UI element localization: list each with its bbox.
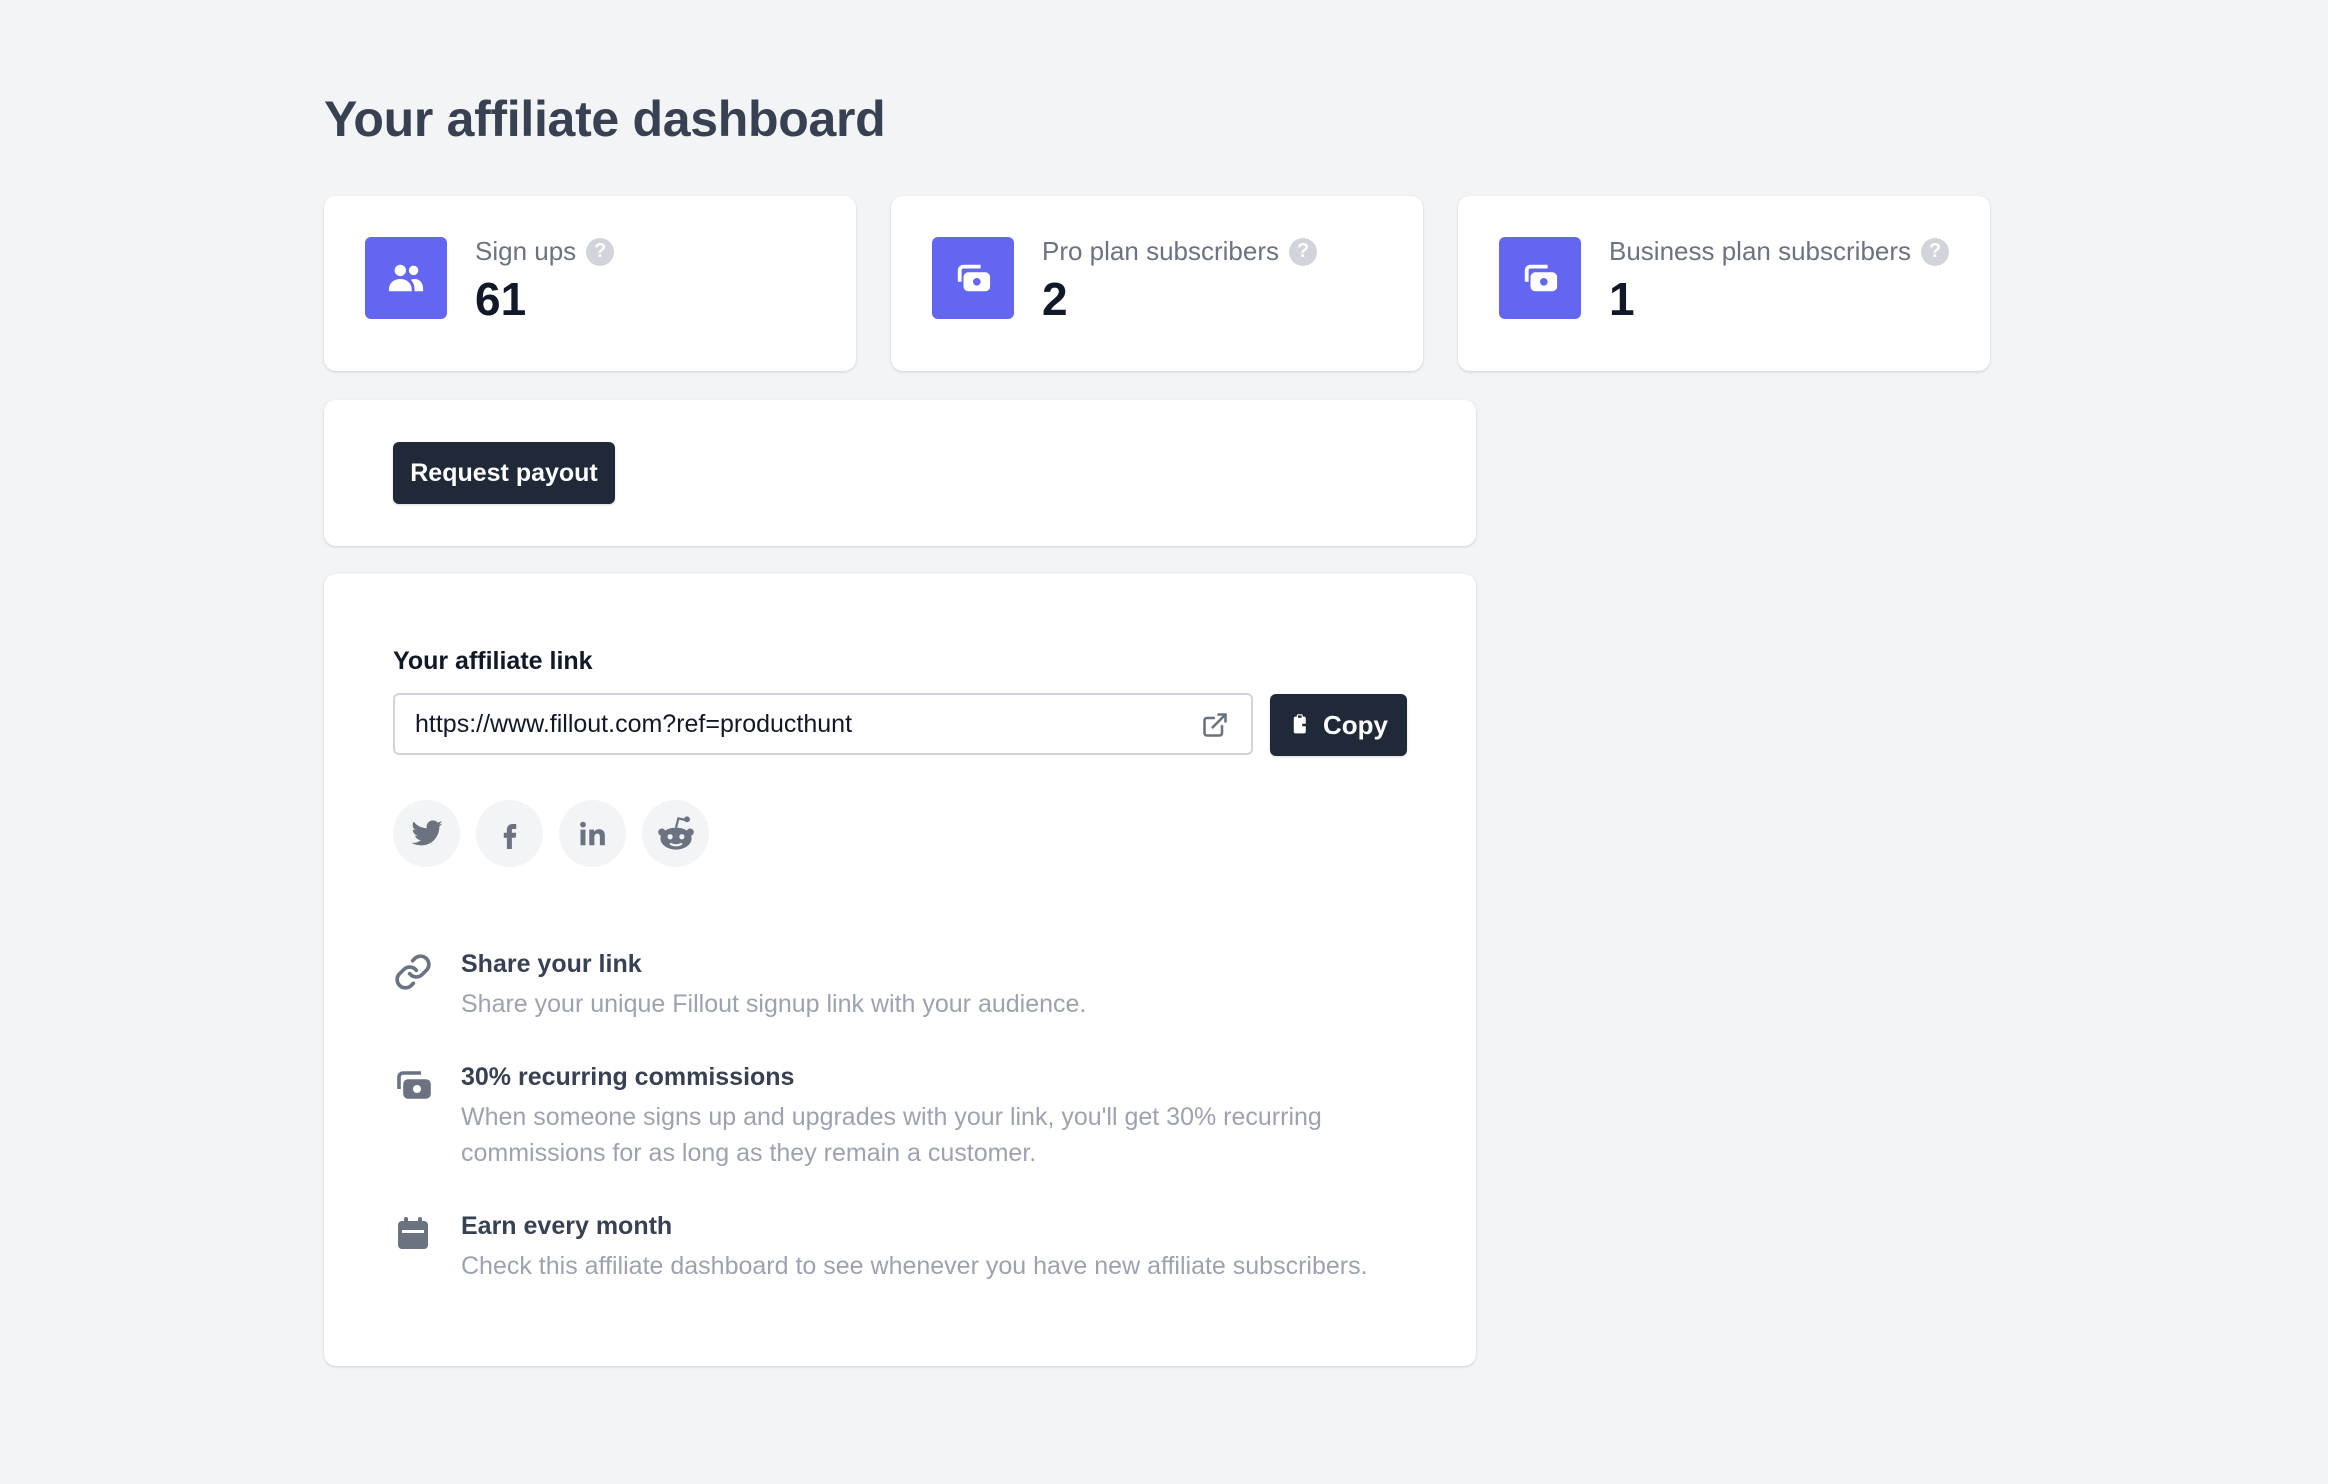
social-share-buttons: [393, 800, 709, 867]
stat-label-text: Business plan subscribers: [1609, 236, 1912, 266]
stat-label-text: Sign ups: [475, 236, 577, 266]
cash-icon: [932, 237, 1014, 319]
affiliate-link-field: [393, 693, 1253, 755]
clipboard-icon: [1293, 714, 1313, 734]
stat-value: 61: [475, 273, 527, 325]
cash-icon: [393, 1065, 433, 1105]
help-icon[interactable]: ?: [586, 237, 615, 266]
feature-title: Share your link: [461, 950, 642, 978]
reddit-icon[interactable]: [642, 800, 709, 867]
external-link-icon[interactable]: [1201, 711, 1229, 739]
copy-button[interactable]: Copy: [1270, 694, 1407, 756]
affiliate-link-input[interactable]: [415, 695, 1175, 753]
stat-value: 2: [1042, 273, 1068, 325]
feature-title: 30% recurring commissions: [461, 1063, 795, 1091]
help-icon[interactable]: ?: [1921, 237, 1950, 266]
cash-icon: [1499, 237, 1581, 319]
calendar-icon: [393, 1214, 433, 1254]
copy-button-label: Copy: [1323, 709, 1388, 740]
stat-card-pro-plan: Pro plan subscribers ? 2: [891, 196, 1423, 371]
affiliate-link-card: Your affiliate link Copy: [324, 574, 1476, 1366]
feature-description: When someone signs up and upgrades with …: [461, 1103, 1322, 1167]
page-title: Your affiliate dashboard: [324, 91, 886, 147]
stat-card-sign-ups: Sign ups ? 61: [324, 196, 856, 371]
help-icon[interactable]: ?: [1289, 237, 1317, 266]
stat-label: Business plan subscribers ?: [1609, 236, 1950, 267]
link-icon: [393, 952, 433, 992]
facebook-icon[interactable]: [476, 800, 543, 867]
stat-card-business-plan: Business plan subscribers ? 1: [1458, 196, 1990, 371]
stat-label-text: Pro plan subscribers: [1042, 236, 1279, 266]
users-icon: [365, 237, 447, 319]
twitter-icon[interactable]: [393, 800, 460, 867]
feature-title: Earn every month: [461, 1212, 673, 1240]
feature-description: Share your unique Fillout signup link wi…: [461, 990, 1087, 1018]
linkedin-icon[interactable]: [559, 800, 626, 867]
stat-value: 1: [1609, 273, 1635, 325]
stat-label: Sign ups ?: [475, 236, 615, 267]
stat-label: Pro plan subscribers ?: [1042, 236, 1317, 267]
payout-card: Request payout: [324, 400, 1476, 546]
affiliate-link-label: Your affiliate link: [393, 647, 593, 675]
request-payout-button[interactable]: Request payout: [393, 442, 615, 504]
feature-description: Check this affiliate dashboard to see wh…: [461, 1252, 1368, 1280]
